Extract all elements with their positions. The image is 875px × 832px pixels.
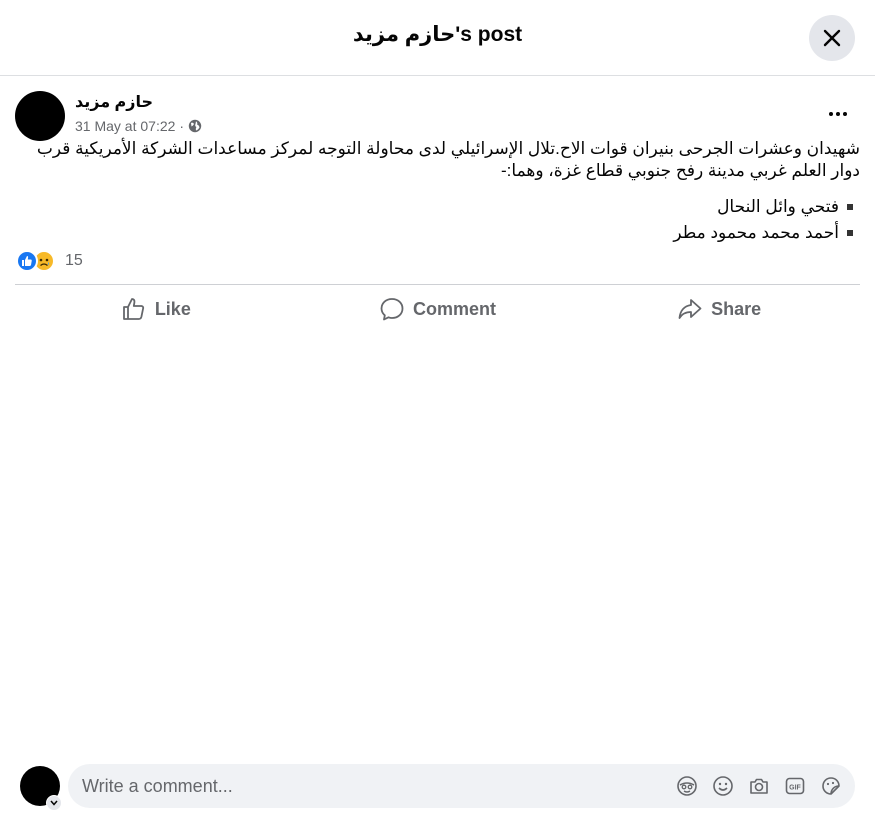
author-avatar[interactable] bbox=[15, 91, 65, 141]
like-reaction-icon bbox=[16, 250, 38, 272]
comment-label: Comment bbox=[413, 298, 497, 319]
bullet-icon bbox=[847, 204, 853, 210]
comment-composer: Write a comment... GIF bbox=[0, 760, 875, 820]
author-name[interactable]: حازم مزيد bbox=[75, 92, 153, 112]
comment-button[interactable]: Comment bbox=[297, 290, 579, 328]
dialog-header: حازم مزيد's post bbox=[0, 0, 875, 76]
camera-icon[interactable] bbox=[747, 774, 771, 798]
dialog-title: حازم مزيد's post bbox=[352, 23, 523, 46]
post-timestamp[interactable]: 31 May at 07:22 bbox=[75, 118, 175, 134]
list-item-text: فتحي وائل النحال bbox=[717, 197, 839, 216]
list-item: أحمد محمد محمود مطر bbox=[673, 220, 853, 246]
emoji-icon[interactable] bbox=[711, 774, 735, 798]
names-list: فتحي وائل النحال أحمد محمد محمود مطر bbox=[673, 194, 853, 246]
chevron-down-icon[interactable] bbox=[46, 795, 62, 811]
sticker-icon[interactable] bbox=[819, 774, 843, 798]
reactions-summary[interactable]: 15 bbox=[16, 250, 83, 272]
like-icon bbox=[122, 298, 144, 320]
globe-icon bbox=[188, 119, 202, 133]
avatar-sticker-icon[interactable] bbox=[675, 774, 699, 798]
more-options-button[interactable] bbox=[823, 102, 853, 126]
reaction-count[interactable]: 15 bbox=[65, 252, 83, 270]
post-meta: 31 May at 07:22 · bbox=[75, 118, 202, 134]
list-item: فتحي وائل النحال bbox=[673, 194, 853, 220]
comment-placeholder: Write a comment... bbox=[82, 775, 233, 796]
more-icon bbox=[829, 112, 833, 116]
post-text: شهيدان وعشرات الجرحى بنيران قوات الاح.تل… bbox=[36, 139, 860, 180]
share-button[interactable]: Share bbox=[578, 290, 860, 328]
like-label: Like bbox=[154, 298, 191, 319]
meta-separator: · bbox=[179, 118, 185, 134]
close-icon bbox=[823, 29, 841, 47]
comment-tools: GIF bbox=[675, 774, 843, 798]
list-item-text: أحمد محمد محمود مطر bbox=[673, 223, 839, 242]
share-label: Share bbox=[711, 298, 762, 319]
gif-icon[interactable]: GIF bbox=[783, 774, 807, 798]
like-button[interactable]: Like bbox=[15, 290, 297, 328]
post-actions: Like Comment Share bbox=[15, 290, 860, 328]
close-button[interactable] bbox=[809, 15, 855, 61]
comment-icon bbox=[380, 298, 404, 321]
bullet-icon bbox=[847, 230, 853, 236]
thumbs-up-icon bbox=[22, 256, 32, 266]
divider bbox=[15, 284, 860, 285]
share-icon bbox=[678, 299, 702, 319]
svg-text:GIF: GIF bbox=[789, 785, 801, 792]
